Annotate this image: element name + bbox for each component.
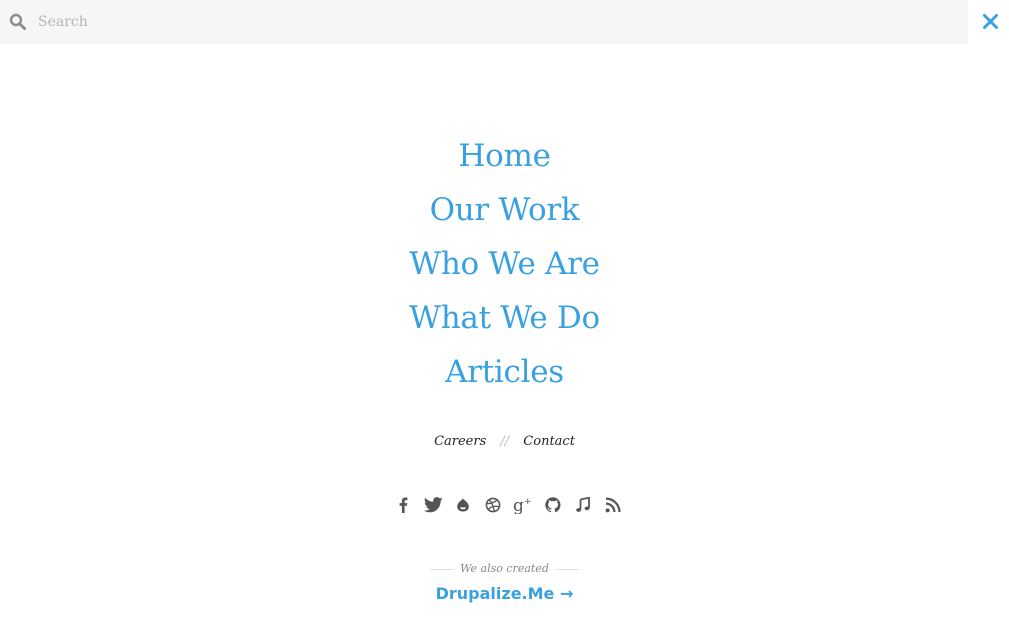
nav-link-articles[interactable]: Articles bbox=[445, 354, 564, 390]
divider bbox=[554, 568, 579, 570]
drupalize-me-link[interactable]: Drupalize.Me → bbox=[436, 584, 574, 603]
search-icon[interactable] bbox=[9, 13, 27, 31]
nav-link-our-work[interactable]: Our Work bbox=[430, 192, 580, 228]
main-navigation: Home Our Work Who We Are What We Do Arti… bbox=[0, 129, 1009, 399]
nav-item-what-we-do: What We Do bbox=[0, 291, 1009, 345]
nav-item-articles: Articles bbox=[0, 345, 1009, 399]
music-icon[interactable] bbox=[568, 494, 598, 516]
svg-text:g: g bbox=[513, 496, 524, 514]
drupalize-me-label: Drupalize.Me bbox=[435, 584, 555, 603]
nav-item-home: Home bbox=[0, 129, 1009, 183]
nav-link-home[interactable]: Home bbox=[458, 138, 551, 174]
also-created-label: We also created bbox=[460, 562, 549, 575]
twitter-icon[interactable] bbox=[418, 494, 448, 516]
search-input[interactable] bbox=[38, 8, 938, 36]
divider bbox=[430, 568, 455, 570]
nav-item-who-we-are: Who We Are bbox=[0, 237, 1009, 291]
drupalize-me-link-wrap: Drupalize.Me → bbox=[0, 584, 1009, 603]
nav-link-who-we-are[interactable]: Who We Are bbox=[409, 246, 600, 282]
secondary-navigation: Careers // Contact bbox=[0, 434, 1009, 449]
close-icon[interactable] bbox=[980, 11, 1002, 33]
dribbble-icon[interactable] bbox=[478, 494, 508, 516]
google-plus-icon[interactable]: g + bbox=[508, 494, 538, 516]
nav-item-our-work: Our Work bbox=[0, 183, 1009, 237]
arrow-right-icon: → bbox=[559, 584, 574, 603]
nav-link-what-we-do[interactable]: What We Do bbox=[409, 300, 600, 336]
rss-icon[interactable] bbox=[598, 494, 628, 516]
nav-separator: // bbox=[500, 434, 510, 449]
careers-link[interactable]: Careers bbox=[434, 434, 486, 449]
github-icon[interactable] bbox=[538, 494, 568, 516]
drupal-icon[interactable] bbox=[448, 494, 478, 516]
search-bar bbox=[0, 0, 968, 44]
facebook-icon[interactable] bbox=[388, 494, 418, 516]
svg-text:+: + bbox=[524, 497, 532, 507]
contact-link[interactable]: Contact bbox=[523, 434, 575, 449]
social-links: g + bbox=[388, 494, 628, 516]
also-created: We also created bbox=[0, 562, 1009, 575]
